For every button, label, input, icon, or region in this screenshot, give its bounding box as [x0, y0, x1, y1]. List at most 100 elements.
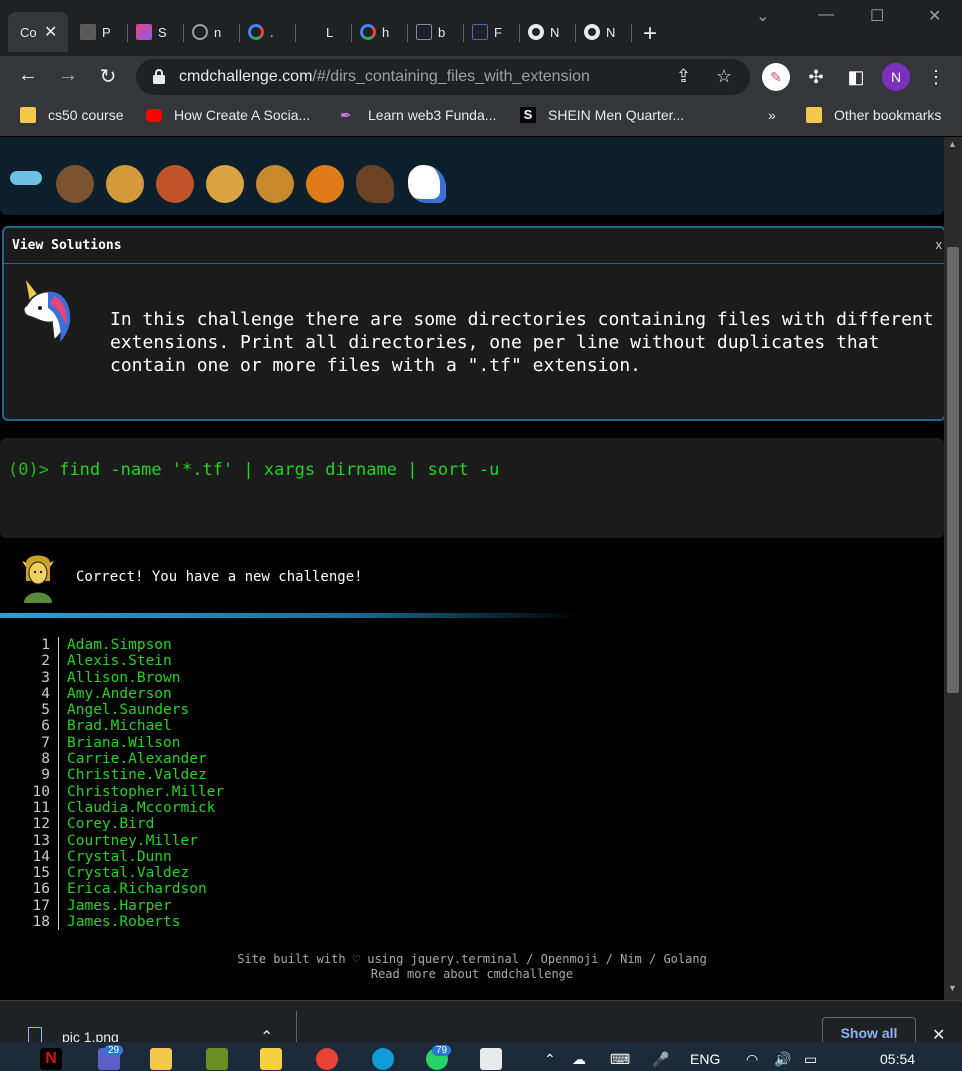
section-divider — [0, 613, 580, 618]
directory-name: Claudia.Mccormick — [67, 799, 216, 816]
tab[interactable]: h — [352, 12, 408, 52]
solutions-title[interactable]: View Solutions — [12, 238, 122, 253]
unicorn-icon[interactable] — [408, 165, 446, 203]
tab[interactable]: N — [576, 12, 632, 52]
footer-read-more-link[interactable]: Read more about cmdchallenge — [0, 967, 944, 982]
line-gutter — [58, 816, 59, 833]
animal-icon[interactable] — [10, 171, 42, 185]
tab-favicon-icon — [136, 24, 152, 40]
command-line[interactable]: (0)> find -name '*.tf' | xargs dirname |… — [8, 460, 499, 480]
volume-icon[interactable]: 🔊 — [774, 1051, 791, 1068]
terminal-input-box[interactable]: (0)> find -name '*.tf' | xargs dirname |… — [0, 438, 944, 538]
line-gutter — [58, 653, 59, 670]
animal-icon[interactable] — [356, 165, 394, 203]
color-picker-extension-icon[interactable]: ✎ — [762, 63, 790, 91]
line-number: 7 — [41, 734, 50, 751]
maximize-icon[interactable]: ☐ — [870, 6, 884, 26]
animal-icon[interactable] — [206, 165, 244, 203]
forward-icon[interactable]: → — [54, 64, 82, 87]
tab[interactable]: N — [520, 12, 576, 52]
output-line: 2 Alexis.Stein — [0, 653, 944, 670]
animal-icon[interactable] — [306, 165, 344, 203]
onedrive-icon[interactable]: ☁ — [572, 1051, 586, 1068]
animal-icon[interactable] — [256, 165, 294, 203]
page-scrollbar[interactable]: ▲ ▼ — [944, 137, 962, 1000]
bookmark-item[interactable]: How Create A Socia... — [146, 107, 310, 123]
address-bar[interactable]: cmdchallenge.com/#/dirs_containing_files… — [136, 59, 750, 95]
bookmark-label: SHEIN Men Quarter... — [548, 107, 685, 123]
menu-kebab-icon[interactable]: ⋮ — [922, 63, 950, 91]
edge-icon[interactable] — [372, 1048, 394, 1070]
tab[interactable]: . — [240, 12, 296, 52]
tray-chevron-icon[interactable]: ⌃ — [544, 1051, 556, 1068]
scroll-down-icon[interactable]: ▼ — [948, 983, 957, 993]
animal-icon[interactable] — [106, 165, 144, 203]
reload-icon[interactable]: ↻ — [94, 64, 122, 89]
tab[interactable]: L — [296, 12, 352, 52]
tab[interactable]: n — [184, 12, 240, 52]
tab[interactable]: F — [464, 12, 520, 52]
sticky-notes-icon[interactable] — [260, 1048, 282, 1070]
output-line: 4 Amy.Anderson — [0, 685, 944, 703]
wifi-icon[interactable]: ◠ — [746, 1051, 758, 1068]
output-line: 11 Claudia.Mccormick — [0, 799, 944, 817]
directory-name: Carrie.Alexander — [67, 751, 207, 768]
bookmarks-overflow-button[interactable]: » — [768, 107, 776, 123]
microphone-icon[interactable]: 🎤 — [652, 1051, 669, 1068]
extensions-puzzle-icon[interactable]: ✣ — [802, 63, 830, 91]
window-close-icon[interactable]: ✕ — [928, 6, 941, 26]
keyboard-icon[interactable]: ⌨ — [610, 1051, 630, 1068]
bookmark-item[interactable]: cs50 course — [20, 107, 123, 123]
bookmark-item-other[interactable]: Other bookmarks — [806, 107, 941, 123]
line-number: 14 — [32, 848, 50, 865]
chrome-icon[interactable] — [316, 1048, 338, 1070]
snipping-tool-icon[interactable] — [480, 1048, 502, 1070]
back-icon[interactable]: ← — [14, 64, 42, 87]
url-text: cmdchallenge.com/#/dirs_containing_files… — [179, 68, 590, 86]
chrome-icon — [584, 24, 600, 40]
bookmark-item[interactable]: S SHEIN Men Quarter... — [520, 107, 684, 123]
solutions-close-icon[interactable]: x — [936, 237, 943, 252]
output-line: 9 Christine.Valdez — [0, 767, 944, 784]
animal-icon[interactable] — [56, 165, 94, 203]
line-gutter — [58, 702, 59, 719]
side-panel-icon[interactable]: ◧ — [842, 63, 870, 91]
tab[interactable]: b — [408, 12, 464, 52]
app-icon[interactable] — [206, 1048, 228, 1070]
footer-credits[interactable]: Site built with ♡ using jquery.terminal … — [0, 952, 944, 967]
downloads-bar: pic 1.png ⌃ Show all ✕ — [0, 1000, 962, 1049]
line-gutter — [58, 685, 59, 703]
clock-time[interactable]: 05:54 — [880, 1051, 915, 1067]
bookmark-label: How Create A Socia... — [174, 107, 311, 123]
tab[interactable]: P — [72, 12, 128, 52]
animal-icon[interactable] — [156, 165, 194, 203]
profile-avatar[interactable]: N — [882, 63, 910, 91]
close-icon[interactable]: ✕ — [44, 22, 57, 42]
command-text[interactable]: find -name '*.tf' | xargs dirname | sort… — [59, 460, 499, 480]
minimize-icon[interactable]: — — [818, 6, 834, 24]
line-number: 3 — [41, 669, 50, 686]
language-indicator[interactable]: ENG — [690, 1051, 720, 1067]
lock-icon — [153, 69, 165, 84]
feather-icon: ✒ — [340, 107, 352, 123]
tab[interactable]: S — [128, 12, 184, 52]
battery-icon[interactable]: ▭ — [804, 1051, 817, 1068]
share-icon[interactable]: ⇪ — [676, 66, 691, 87]
file-image-icon — [28, 1027, 42, 1043]
bookmark-star-icon[interactable]: ☆ — [716, 66, 732, 87]
netflix-icon[interactable]: N — [40, 1048, 62, 1070]
unicorn-icon — [23, 280, 71, 342]
file-explorer-icon[interactable] — [150, 1048, 172, 1070]
directory-name: Adam.Simpson — [67, 637, 172, 653]
new-tab-button[interactable]: + — [643, 22, 657, 46]
whatsapp-badge: 79 — [432, 1045, 452, 1056]
bookmark-item[interactable]: ✒ Learn web3 Funda... — [340, 107, 496, 123]
tab-search-icon[interactable]: ⌄ — [756, 6, 769, 26]
line-number: 13 — [32, 832, 50, 849]
scroll-up-icon[interactable]: ▲ — [948, 139, 957, 149]
line-gutter — [58, 751, 59, 768]
solutions-header[interactable]: View Solutions x — [4, 228, 944, 264]
tab-active[interactable]: Co ✕ — [8, 12, 68, 52]
scrollbar-thumb[interactable] — [947, 247, 959, 693]
globe-icon — [192, 24, 208, 40]
